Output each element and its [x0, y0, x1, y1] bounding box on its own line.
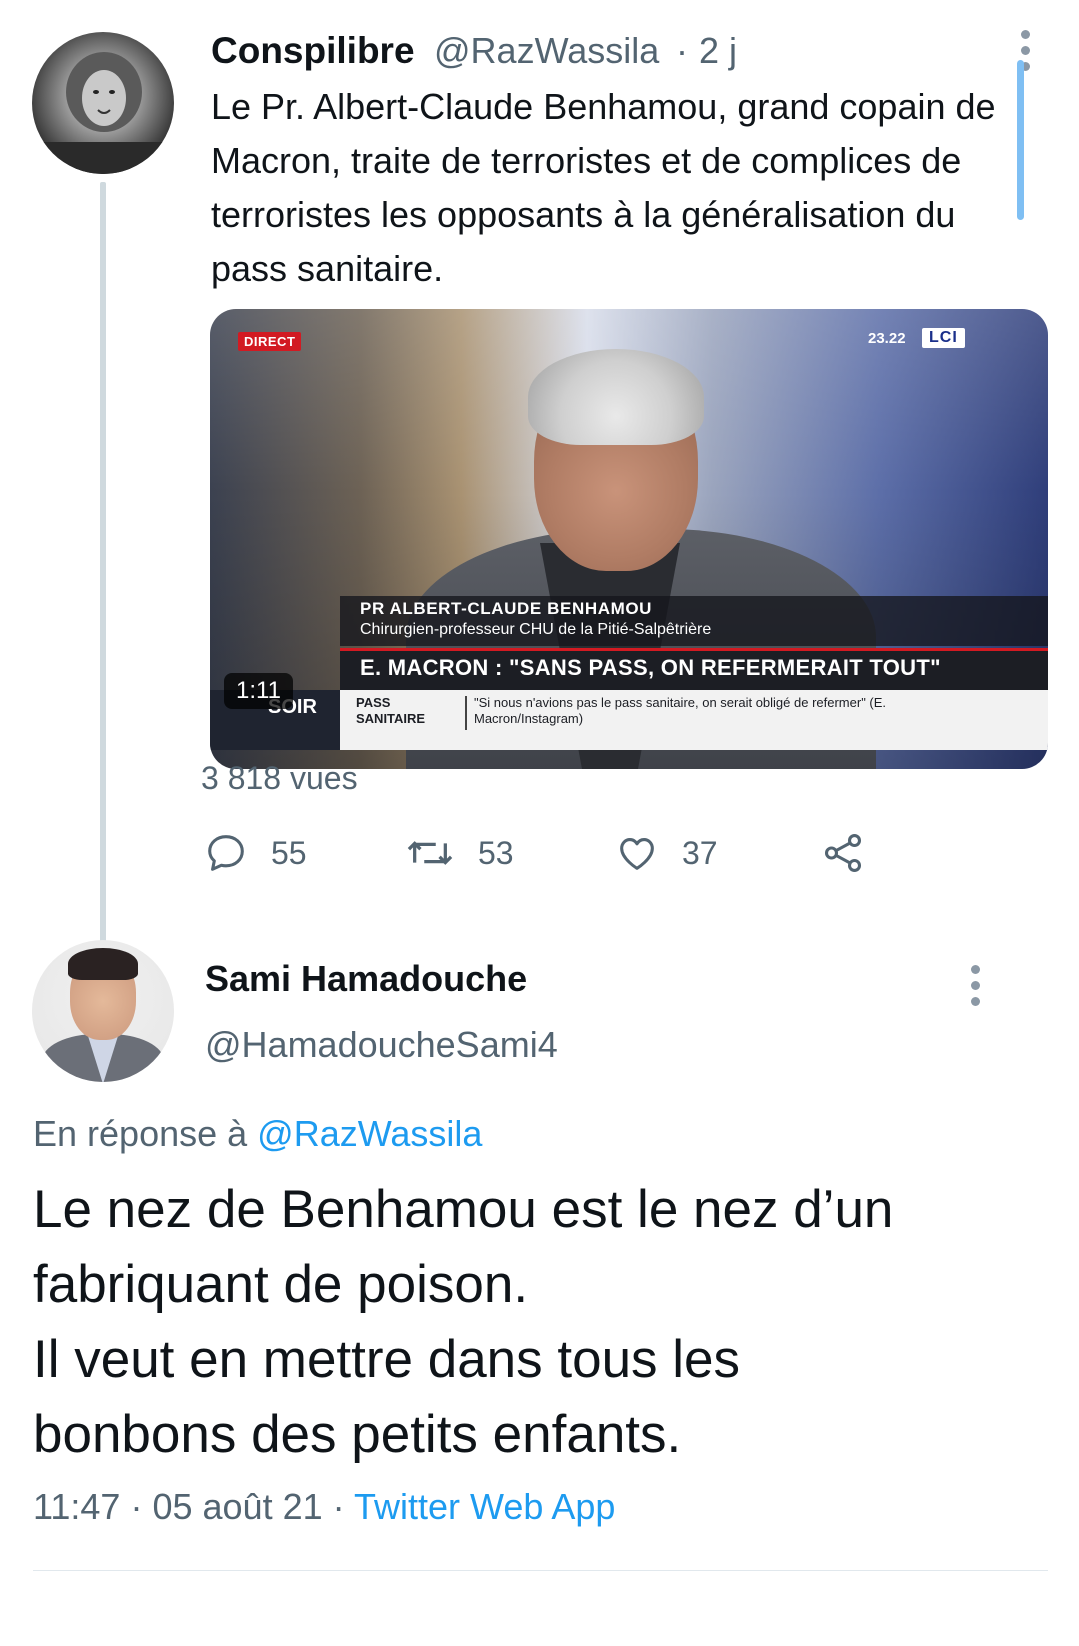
live-badge: DIRECT — [238, 332, 302, 351]
avatar[interactable] — [32, 32, 174, 174]
scrollbar[interactable] — [1017, 60, 1024, 220]
reply-mention-link[interactable]: @RazWassila — [257, 1113, 482, 1154]
lion-avatar-image — [32, 52, 174, 174]
tweet-text: Le nez de Benhamou est le nez d’un fabri… — [33, 1172, 1043, 1472]
avatar[interactable] — [32, 940, 174, 1082]
video-player[interactable]: DIRECT 23.22 LCI PR ALBERT-CLAUDE BENHAM… — [210, 309, 1048, 769]
reply-count: 55 — [271, 834, 307, 871]
retweet-icon — [407, 841, 453, 865]
tweet-text-line: fabriquant de poison. — [33, 1255, 529, 1314]
author-display-name[interactable]: Conspilibre — [211, 30, 415, 72]
more-options-icon[interactable] — [971, 965, 981, 1013]
view-count: 3 818 vues — [201, 760, 358, 796]
channel-logo: LCI — [922, 328, 965, 348]
thread-connector-line — [100, 182, 106, 952]
video-duration: 1:11 — [224, 673, 293, 709]
tweet-text: Le Pr. Albert-Claude Benhamou, grand cop… — [211, 86, 996, 289]
author-display-name[interactable]: Sami Hamadouche — [205, 958, 527, 1000]
reply-prefix: En réponse à — [33, 1113, 248, 1154]
separator-dot: · — [332, 1486, 345, 1527]
avatar-hair — [68, 948, 138, 980]
divider — [33, 1570, 1048, 1571]
like-button[interactable]: 37 — [614, 830, 718, 876]
separator-dot: · — [130, 1486, 143, 1527]
ticker-text: "Si nous n'avions pas le pass sanitaire,… — [474, 695, 887, 726]
video-headline: E. MACRON : "SANS PASS, ON REFERMERAIT T… — [360, 655, 941, 680]
lower-third-name: PR ALBERT-CLAUDE BENHAMOU — [360, 599, 653, 618]
reply-context: En réponse à @RazWassila — [33, 1113, 482, 1155]
tweet-time[interactable]: 11:47 — [33, 1486, 120, 1527]
tweet-text-line: Le nez de Benhamou est le nez d’un — [33, 1180, 894, 1239]
heart-icon — [620, 838, 654, 870]
source-app-link[interactable]: Twitter Web App — [354, 1486, 615, 1527]
retweet-button[interactable]: 53 — [404, 830, 514, 876]
tweet-text-line: Il veut en mettre dans tous les — [33, 1330, 741, 1389]
tweet-text-line: bonbons des petits enfants. — [33, 1405, 682, 1464]
tweet-metadata: 11:47 · 05 août 21 · Twitter Web App — [33, 1486, 615, 1528]
author-handle[interactable]: @RazWassila — [434, 30, 659, 72]
video-person-hair — [528, 349, 704, 445]
ticker-label: PASS SANITAIRE — [356, 695, 426, 726]
share-icon — [824, 834, 862, 872]
ticker-separator — [465, 696, 467, 730]
separator-dot: · — [676, 30, 688, 71]
lower-third-role: Chirurgien-professeur CHU de la Pitié-Sa… — [360, 621, 712, 638]
like-count: 37 — [682, 834, 718, 871]
author-handle[interactable]: @HamadoucheSami4 — [205, 1024, 558, 1066]
share-button[interactable] — [820, 830, 866, 876]
reply-button[interactable]: 55 — [203, 830, 307, 876]
channel-clock: 23.22 — [868, 330, 906, 347]
tweet-timestamp[interactable]: 2 j — [699, 30, 737, 72]
reply-icon — [208, 835, 244, 871]
retweet-count: 53 — [478, 834, 514, 871]
tweet-date[interactable]: 05 août 21 — [152, 1486, 322, 1527]
